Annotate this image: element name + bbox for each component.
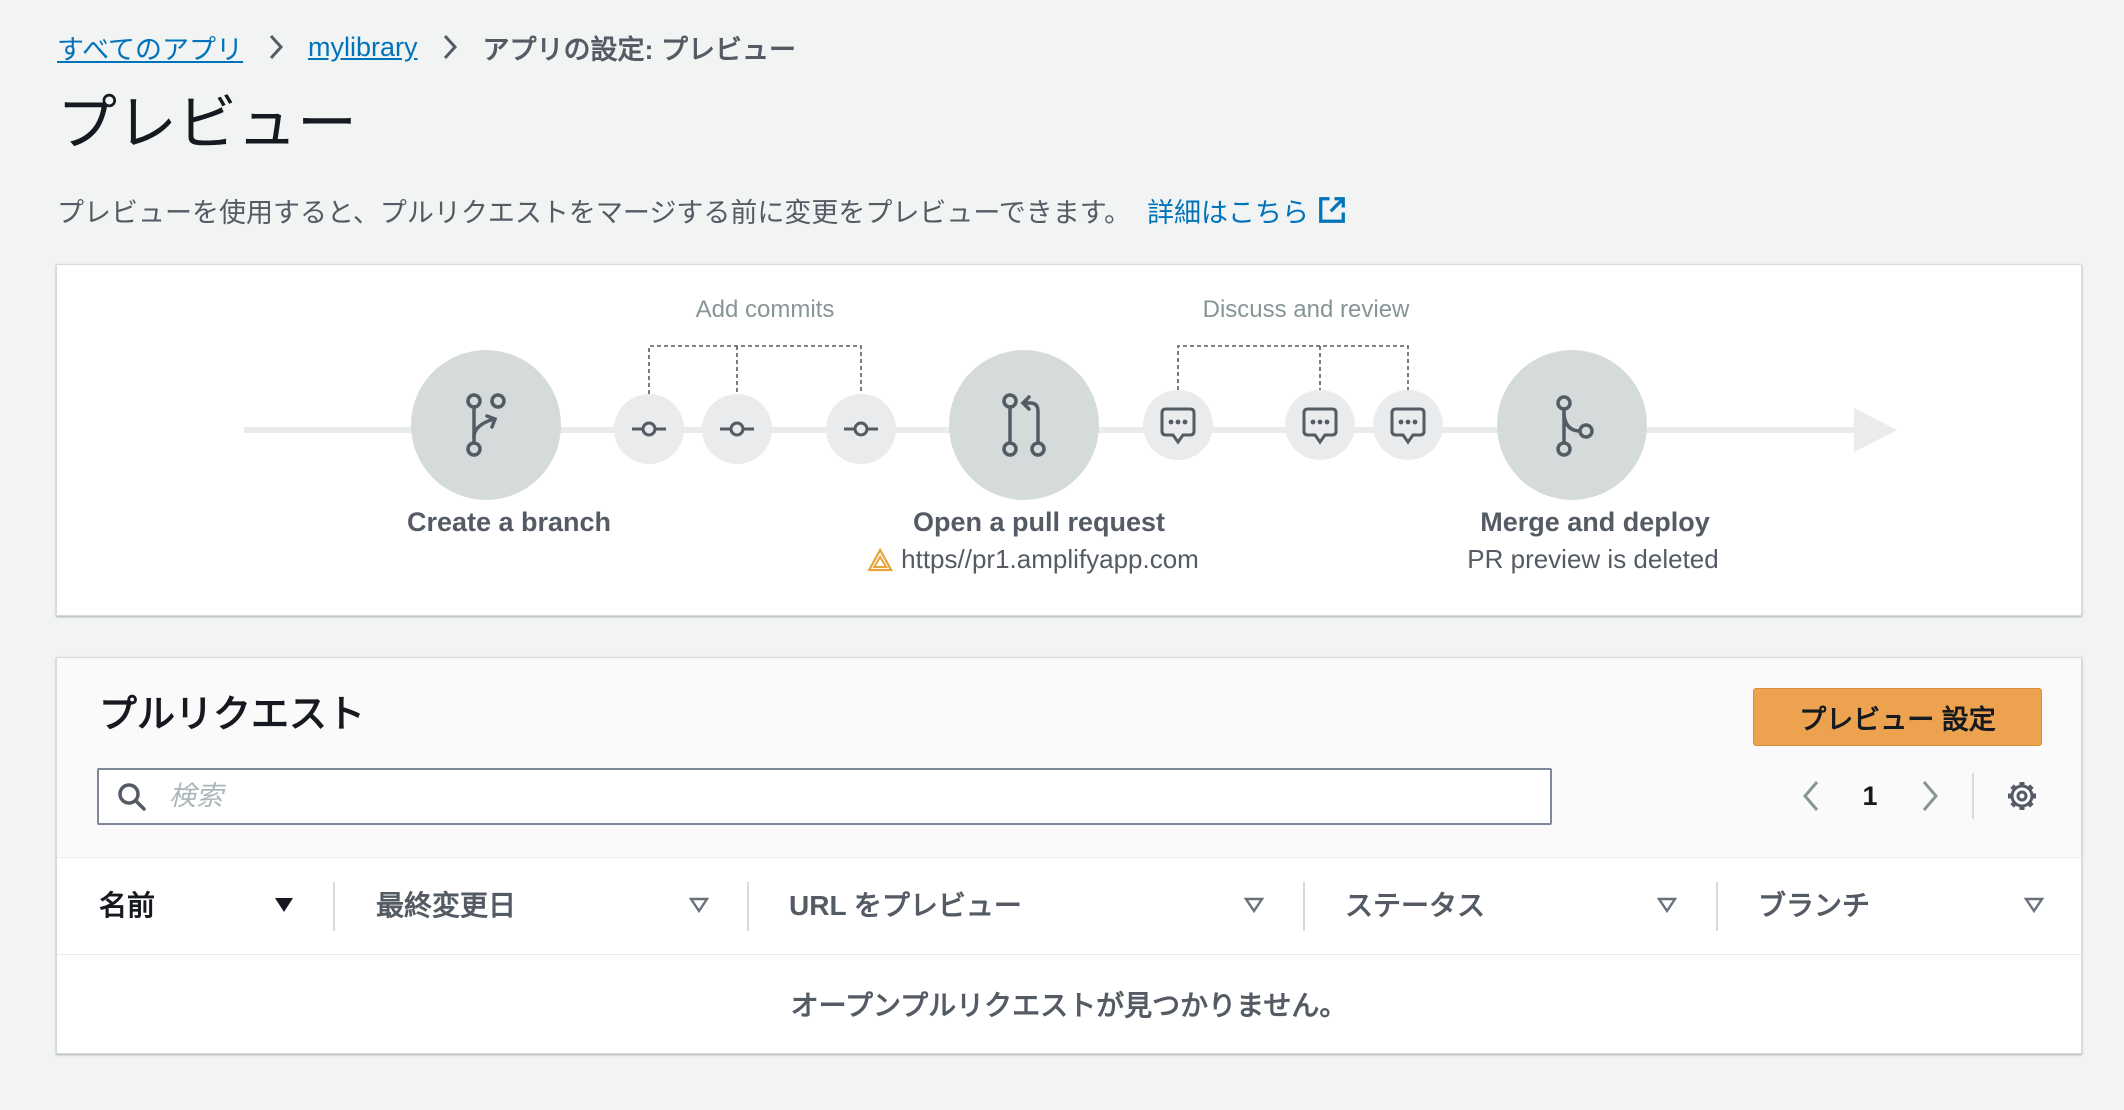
search-input[interactable] — [97, 768, 1552, 825]
chevron-right-icon — [1922, 781, 1938, 811]
current-page-number[interactable]: 1 — [1855, 776, 1885, 816]
breadcrumb-link-app[interactable]: mylibrary — [308, 32, 418, 63]
sort-outline-icon[interactable] — [2024, 896, 2044, 914]
chevron-right-icon — [243, 27, 308, 67]
column-header-status[interactable]: ステータス — [1345, 858, 1485, 954]
pull-requests-table-card: プルリクエスト プレビュー 設定 1 名前 最終変更日 URL をプレビュー ス… — [56, 657, 2082, 1054]
add-commits-bracket — [648, 345, 862, 394]
merge-node — [1497, 350, 1647, 500]
discuss-review-label: Discuss and review — [1202, 296, 1410, 323]
pagination-divider — [1972, 773, 1974, 819]
preview-url-text: https//pr1.amplifyapp.com — [901, 544, 1199, 574]
table-preferences-button[interactable] — [2005, 779, 2039, 818]
sort-outline-icon[interactable] — [1244, 896, 1264, 914]
commit-node — [614, 394, 684, 464]
column-header-name[interactable]: 名前 — [99, 858, 155, 954]
learn-more-label: 詳細はこちら — [1147, 197, 1310, 228]
column-divider[interactable] — [747, 882, 749, 931]
empty-state-message: オープンプルリクエストが見つかりません。 — [790, 990, 1348, 1021]
step-open-pr-sublabel: https//pr1.amplifyapp.com — [867, 544, 1199, 575]
breadcrumb-current: アプリの設定: プレビュー — [482, 34, 797, 65]
step-create-branch-label: Create a branch — [406, 507, 612, 537]
column-divider[interactable] — [333, 882, 335, 931]
column-header-branch[interactable]: ブランチ — [1758, 858, 1870, 954]
sort-outline-icon[interactable] — [1657, 896, 1677, 914]
commit-node — [826, 394, 896, 464]
learn-more-link[interactable]: 詳細はこちら — [1147, 191, 1347, 230]
gear-icon — [2008, 782, 2036, 810]
search-icon — [118, 783, 146, 811]
comment-node — [1143, 390, 1213, 460]
pull-requests-heading: プルリクエスト — [99, 694, 366, 736]
discuss-review-bracket — [1177, 345, 1409, 390]
column-header-last-modified[interactable]: 最終変更日 — [376, 858, 516, 954]
next-page-button[interactable] — [1915, 776, 1945, 816]
search-field — [97, 768, 1552, 825]
chevron-right-icon — [418, 27, 483, 67]
step-merge-deploy-label: Merge and deploy — [1480, 507, 1710, 537]
breadcrumb-link-all-apps[interactable]: すべてのアプリ — [57, 28, 243, 67]
preview-settings-button[interactable]: プレビュー 設定 — [1753, 688, 2042, 746]
table-header-row: 名前 最終変更日 URL をプレビュー ステータス ブランチ — [57, 857, 2081, 955]
page-description: プレビューを使用すると、プルリクエストをマージする前に変更をプレビューできます。… — [57, 190, 1347, 230]
preview-workflow-card: Add commits Discuss and review Create a … — [56, 264, 2082, 616]
chevron-left-icon — [1803, 781, 1819, 811]
create-branch-node — [411, 350, 561, 500]
external-link-icon — [1319, 197, 1345, 223]
sort-outline-icon[interactable] — [689, 896, 709, 914]
comment-node — [1285, 390, 1355, 460]
column-divider[interactable] — [1303, 882, 1305, 931]
warning-icon — [867, 547, 894, 571]
page-title: プレビュー — [57, 90, 357, 157]
column-header-preview-url[interactable]: URL をプレビュー — [789, 858, 1022, 954]
breadcrumb: すべてのアプリ mylibrary アプリの設定: プレビュー — [57, 27, 796, 67]
step-open-pr-label: Open a pull request — [912, 507, 1166, 537]
step-merge-deploy-sublabel: PR preview is deleted — [1467, 544, 1719, 574]
timeline-arrow-head — [1854, 408, 1897, 452]
previous-page-button[interactable] — [1796, 776, 1826, 816]
add-commits-label: Add commits — [695, 296, 835, 323]
commit-node — [702, 394, 772, 464]
description-text: プレビューを使用すると、プルリクエストをマージする前に変更をプレビューできます。 — [57, 197, 1132, 228]
sort-descending-filled-icon[interactable] — [274, 896, 294, 914]
column-divider[interactable] — [1716, 882, 1718, 931]
open-pr-node — [949, 350, 1099, 500]
comment-node — [1373, 390, 1443, 460]
